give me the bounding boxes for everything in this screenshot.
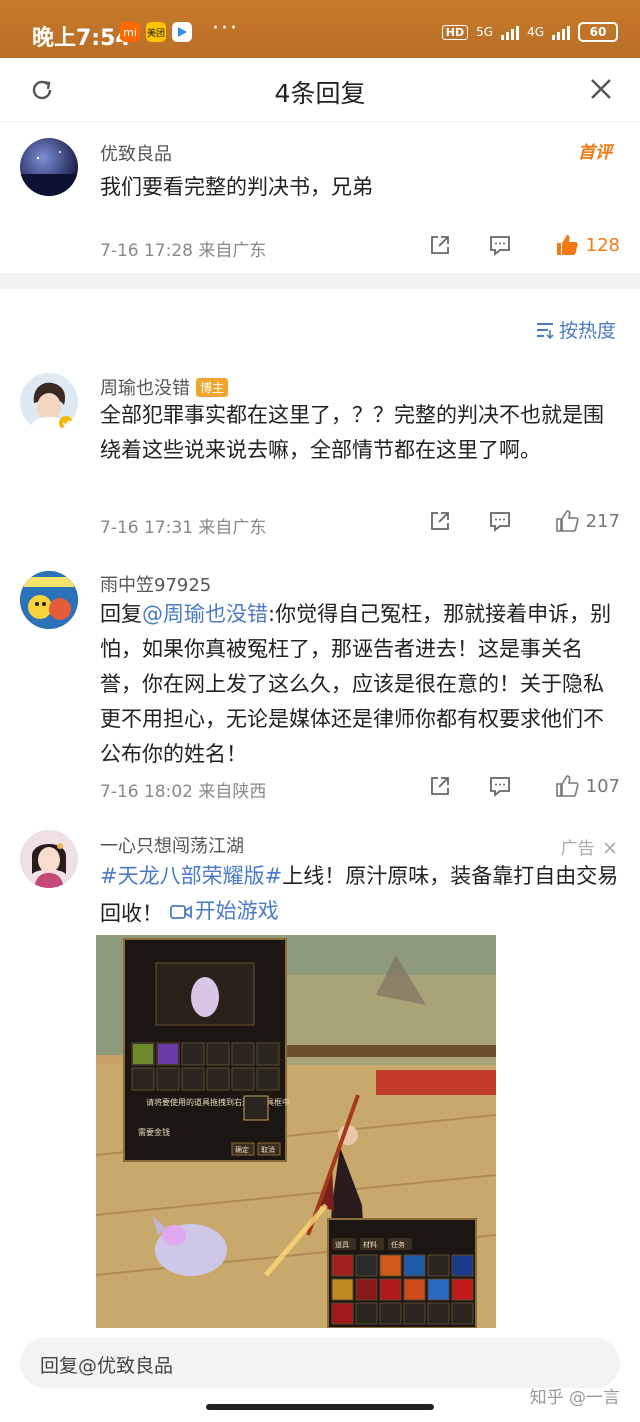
reply-body: :你觉得自己冤枉，那就接着申诉，别怕，如果你真被冤枉了，那诬告者进去！这是事关名… (100, 602, 612, 766)
thumbs-up-icon (555, 510, 579, 532)
signal-icon (501, 24, 520, 40)
game-tab1: 道具 (335, 1240, 349, 1249)
close-icon[interactable] (602, 840, 618, 856)
xiaomi-icon: mi (120, 22, 140, 42)
username[interactable]: 一心只想闯荡江湖 (100, 832, 244, 858)
like-button[interactable]: 217 (530, 508, 620, 534)
username-text: 周瑜也没错 (100, 378, 190, 399)
close-icon[interactable] (588, 76, 614, 106)
avatar[interactable] (20, 373, 78, 431)
comment-meta: 7-16 18:02 来自陕西 (100, 782, 267, 802)
game-tab3: 任务 (391, 1240, 405, 1249)
avatar[interactable] (20, 138, 78, 196)
battery-indicator: 60 (578, 22, 618, 42)
game-tab2: 材料 (363, 1240, 377, 1249)
ad-label[interactable]: 广告 (561, 834, 618, 859)
avatar[interactable] (20, 571, 78, 629)
first-comment-tag: 首评 (578, 143, 612, 163)
status-bar: 晚上7:54 mi 美团 ··· HD 5G 4G 60 (0, 0, 640, 58)
game-cancel-text: 取消 (261, 1145, 275, 1154)
signal-icon-2 (552, 24, 570, 40)
thumbs-up-icon (555, 775, 579, 797)
watermark: 知乎 @一言 (529, 1388, 620, 1408)
start-game-label: 开始游戏 (194, 899, 279, 923)
ad-game-image[interactable]: 请将要使用的道具拖拽到右边的道具框中 需要金钱 确定 取消 道具 材料 任务 (96, 935, 496, 1328)
net-5g: 5G (476, 25, 494, 39)
avatar[interactable] (20, 830, 78, 888)
sheet-header: 4条回复 (0, 58, 640, 122)
status-time: 晚上7:54 (32, 26, 131, 51)
comment-actions: 217 (410, 508, 620, 534)
like-button[interactable]: 107 (530, 773, 620, 799)
net-4g: 4G (527, 25, 544, 39)
author-badge: 博主 (196, 378, 229, 397)
comment-actions: 107 (410, 773, 620, 799)
mention-link[interactable]: @周瑜也没错 (142, 602, 268, 626)
comment-text: 全部犯罪事实都在这里了，？？完整的判决不也就是围绕着这些说来说去嘛，全部情节都在… (100, 403, 604, 462)
reply-sheet: 4条回复 优致良品 首评 我们要看完整的判决书，兄弟 7-16 17:28 来自… (0, 58, 640, 1422)
like-button[interactable]: 128 (530, 232, 620, 258)
home-indicator[interactable] (206, 1404, 434, 1410)
username[interactable]: 周瑜也没错 博主 (100, 374, 229, 400)
comment-icon[interactable] (470, 774, 530, 798)
comment-text: 我们要看完整的判决书，兄弟 (100, 175, 373, 199)
section-divider (0, 273, 640, 289)
status-right: HD 5G 4G 60 (441, 22, 618, 42)
game-cost-text: 需要金钱 (138, 1127, 170, 1137)
meituan-icon: 美团 (146, 22, 166, 42)
comment-icon[interactable] (470, 509, 530, 533)
sheet-title: 4条回复 (274, 79, 366, 108)
like-count: 128 (585, 234, 620, 256)
share-icon[interactable] (410, 509, 470, 533)
comment-meta: 7-16 17:28 来自广东 (100, 241, 267, 261)
share-icon[interactable] (410, 233, 470, 257)
comment-meta: 7-16 17:31 来自广东 (100, 518, 267, 538)
sort-icon (536, 322, 554, 339)
status-app-icons: mi 美团 (120, 22, 192, 42)
video-icon (169, 904, 192, 919)
comment-actions: 128 (410, 232, 620, 258)
comment-text: 回复@周瑜也没错:你觉得自己冤枉，那就接着申诉，别怕，如果你真被冤枉了，那诬告者… (100, 597, 620, 772)
play-icon (172, 22, 192, 42)
thumbs-up-icon (556, 235, 578, 255)
comment-icon[interactable] (470, 233, 530, 257)
more-dots: ··· (212, 16, 239, 41)
sort-by-hot[interactable]: 按热度 (535, 316, 616, 343)
username[interactable]: 优致良品 (100, 140, 172, 166)
share-icon[interactable] (410, 774, 470, 798)
reply-input-placeholder: 回复@优致良品 (40, 1355, 174, 1377)
start-game-link[interactable]: 开始游戏 (169, 894, 279, 929)
like-count: 217 (585, 510, 620, 532)
username[interactable]: 雨中笠97925 (100, 571, 211, 597)
game-confirm-text: 确定 (235, 1145, 249, 1154)
reply-prefix: 回复 (100, 602, 142, 626)
reply-input[interactable]: 回复@优致良品 (20, 1338, 620, 1388)
topic-link[interactable]: #天龙八部荣耀版# (100, 864, 282, 888)
ad-label-text: 广告 (560, 839, 595, 859)
hd-badge: HD (441, 24, 469, 40)
like-count: 107 (585, 775, 620, 797)
sort-label: 按热度 (558, 320, 616, 342)
ad-text: #天龙八部荣耀版#上线！原汁原味，装备靠打自由交易回收！ 开始游戏 (100, 859, 620, 932)
